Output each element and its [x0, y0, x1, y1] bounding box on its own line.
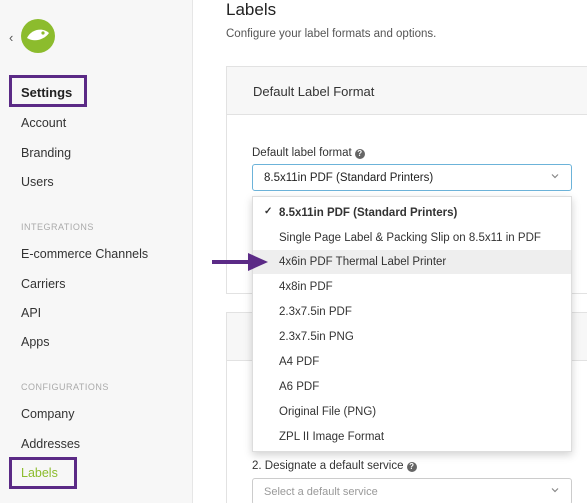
- option-label: 2.3x7.5in PDF: [279, 306, 352, 318]
- sidebar-item-account[interactable]: Account: [21, 116, 66, 130]
- dropdown-option[interactable]: 4x8in PDF: [253, 275, 571, 299]
- dropdown-option[interactable]: Original File (PNG): [253, 400, 571, 424]
- sidebar-item-users[interactable]: Users: [21, 175, 54, 189]
- option-label: A4 PDF: [279, 356, 320, 368]
- default-label-format-select[interactable]: 8.5x11in PDF (Standard Printers): [252, 164, 572, 191]
- logo-icon[interactable]: [19, 17, 57, 55]
- field-label-text: Default label format: [252, 147, 352, 159]
- default-label-format-label: Default label format?: [252, 147, 365, 159]
- dropdown-option[interactable]: Single Page Label & Packing Slip on 8.5x…: [253, 226, 571, 250]
- sidebar-item-carriers[interactable]: Carriers: [21, 277, 65, 291]
- dropdown-option-selected[interactable]: ✓ 8.5x11in PDF (Standard Printers): [253, 201, 571, 225]
- sidebar-item-apps[interactable]: Apps: [21, 335, 50, 349]
- sidebar: ‹ Settings Account Branding Users INTEGR…: [0, 0, 193, 503]
- sidebar-heading-settings: Settings: [21, 85, 73, 100]
- option-label: A6 PDF: [279, 381, 320, 393]
- page-subtitle: Configure your label formats and options…: [226, 28, 437, 40]
- field-label-text: 2. Designate a default service: [252, 460, 404, 472]
- select-value: 8.5x11in PDF (Standard Printers): [264, 172, 434, 184]
- option-label: 8.5x11in PDF (Standard Printers): [279, 207, 458, 219]
- sidebar-item-addresses[interactable]: Addresses: [21, 437, 80, 451]
- default-service-label: 2. Designate a default service?: [252, 460, 417, 472]
- help-circle-icon[interactable]: ?: [354, 149, 365, 159]
- page-title: Labels: [226, 0, 277, 19]
- check-icon: ✓: [264, 206, 273, 217]
- dropdown-option[interactable]: A6 PDF: [253, 375, 571, 399]
- arrow-right-icon: [212, 253, 268, 271]
- help-circle-icon[interactable]: ?: [406, 462, 417, 472]
- option-label: ZPL II Image Format: [279, 431, 385, 443]
- dropdown-option[interactable]: A4 PDF: [253, 350, 571, 374]
- option-label: 4x6in PDF Thermal Label Printer: [279, 256, 447, 268]
- dropdown-option[interactable]: 2.3x7.5in PDF: [253, 300, 571, 324]
- card-title: Default Label Format: [227, 67, 587, 115]
- dropdown-option[interactable]: ZPL II Image Format: [253, 425, 571, 449]
- sidebar-item-branding[interactable]: Branding: [21, 146, 71, 160]
- back-chevron-icon[interactable]: ‹: [9, 30, 13, 45]
- select-placeholder: Select a default service: [264, 486, 378, 498]
- option-label: Single Page Label & Packing Slip on 8.5x…: [279, 232, 541, 244]
- sidebar-section-integrations: INTEGRATIONS: [21, 222, 94, 232]
- sidebar-item-api[interactable]: API: [21, 306, 41, 320]
- label-format-dropdown: ✓ 8.5x11in PDF (Standard Printers) Singl…: [252, 196, 572, 452]
- default-service-select[interactable]: Select a default service: [252, 478, 572, 503]
- sidebar-item-company[interactable]: Company: [21, 407, 75, 421]
- sidebar-item-labels[interactable]: Labels: [21, 466, 58, 480]
- option-label: 2.3x7.5in PNG: [279, 331, 354, 343]
- option-label: 4x8in PDF: [279, 281, 333, 293]
- dropdown-option[interactable]: 2.3x7.5in PNG: [253, 325, 571, 349]
- option-label: Original File (PNG): [279, 406, 377, 418]
- chevron-down-icon: [551, 488, 559, 493]
- sidebar-section-configurations: CONFIGURATIONS: [21, 382, 109, 392]
- dropdown-option-highlighted[interactable]: 4x6in PDF Thermal Label Printer: [253, 250, 571, 274]
- chevron-down-icon: [551, 174, 559, 179]
- sidebar-item-ecommerce-channels[interactable]: E-commerce Channels: [21, 247, 148, 261]
